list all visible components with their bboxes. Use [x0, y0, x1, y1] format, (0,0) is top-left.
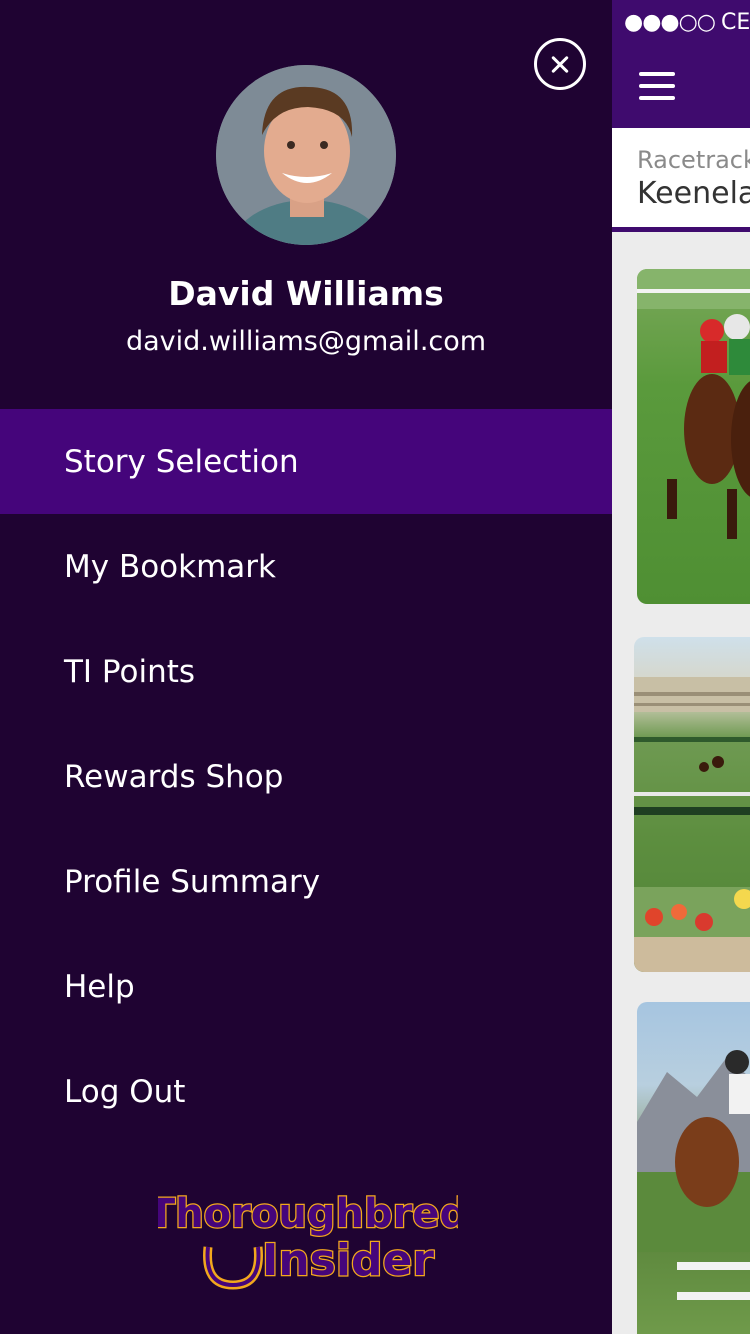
- story-card-image[interactable]: [634, 637, 750, 972]
- menu-item-rewards-shop[interactable]: Rewards Shop: [0, 724, 612, 829]
- thoroughbred-insider-logo: Thoroughbred Insider: [147, 1185, 469, 1290]
- logo-line-2: Insider: [262, 1235, 434, 1286]
- racetrack-selector[interactable]: Racetracks Keeneland: [612, 128, 750, 232]
- logo-line-1: Thoroughbred: [158, 1191, 458, 1237]
- story-card-image[interactable]: [637, 269, 750, 604]
- drawer-menu: Story Selection My Bookmark TI Points Re…: [0, 409, 612, 1144]
- carrier-name: CELL: [720, 10, 750, 35]
- menu-item-help[interactable]: Help: [0, 934, 612, 1039]
- menu-item-story-selection[interactable]: Story Selection: [0, 409, 612, 514]
- user-email: david.williams@gmail.com: [125, 326, 487, 357]
- avatar[interactable]: [216, 65, 396, 245]
- racetrack-selector-value: Keeneland: [637, 176, 750, 211]
- menu-item-ti-points[interactable]: TI Points: [0, 619, 612, 724]
- navigation-drawer: David Williams david.williams@gmail.com …: [0, 0, 612, 1334]
- menu-item-my-bookmark[interactable]: My Bookmark: [0, 514, 612, 619]
- racetrack-selector-label: Racetracks: [637, 146, 750, 174]
- menu-item-log-out[interactable]: Log Out: [0, 1039, 612, 1144]
- signal-strength-icon: ●●●○○: [624, 10, 716, 35]
- app-screen: ●●●○○CELL Racetracks Keeneland: [0, 0, 750, 1334]
- menu-item-profile-summary[interactable]: Profile Summary: [0, 829, 612, 934]
- top-app-bar: [612, 44, 750, 128]
- status-bar: ●●●○○CELL: [612, 0, 750, 44]
- close-icon[interactable]: [534, 38, 586, 90]
- hamburger-icon[interactable]: [639, 72, 675, 100]
- user-name: David Williams: [168, 274, 444, 313]
- story-card-image[interactable]: [637, 1002, 750, 1334]
- main-content: ●●●○○CELL Racetracks Keeneland: [612, 0, 750, 1334]
